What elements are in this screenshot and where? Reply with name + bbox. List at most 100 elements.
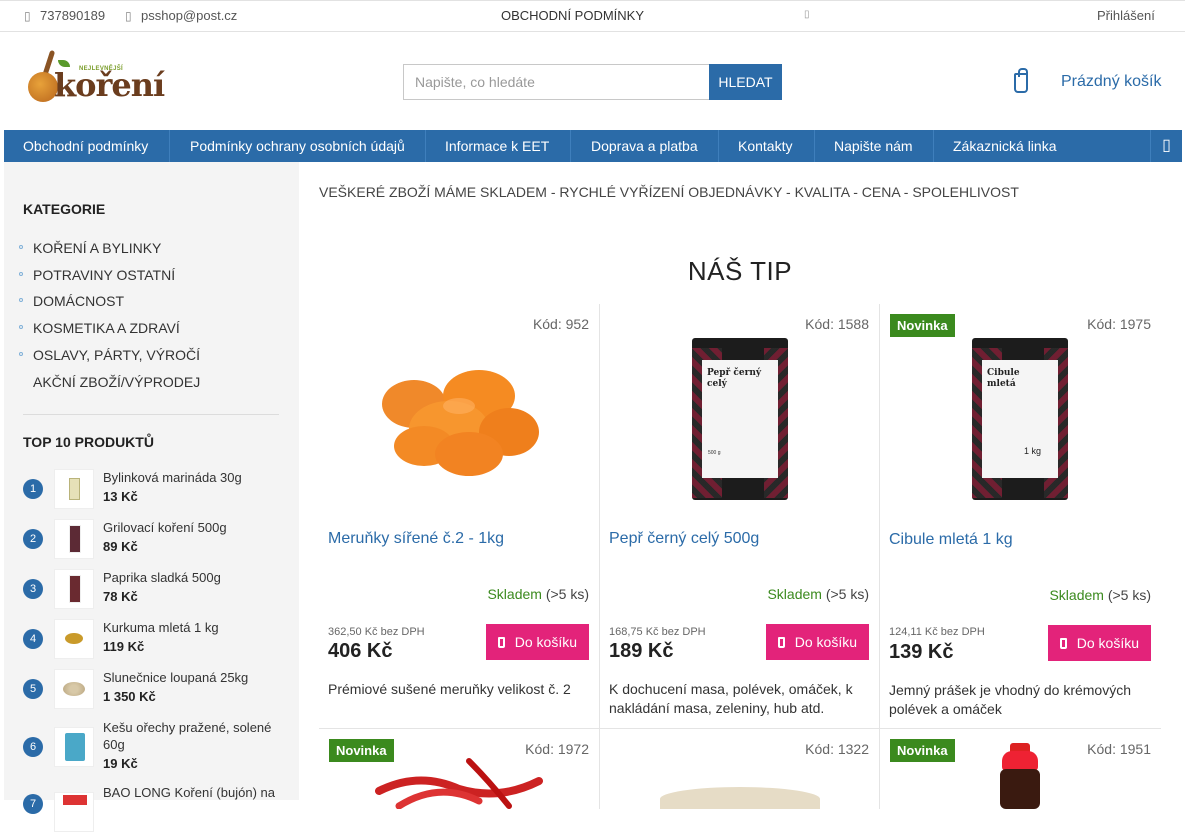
nav-item-privacy[interactable]: Podmínky ochrany osobních údajů <box>170 130 426 162</box>
product-thumbnail <box>54 727 94 767</box>
email-contact[interactable]: ▯ psshop@post.cz <box>125 8 237 23</box>
product-price: 13 Kč <box>103 489 138 504</box>
add-to-cart-button[interactable]: Do košíku <box>765 624 869 660</box>
rank-badge: 7 <box>23 794 43 814</box>
logo-wordmark: koření <box>54 66 165 104</box>
product-image[interactable]: Pepř černý celý 500 g <box>610 334 870 504</box>
bullet-icon <box>19 298 23 302</box>
add-to-cart-button[interactable]: Do košíku <box>1047 625 1151 661</box>
terms-link[interactable]: OBCHODNÍ PODMÍNKY <box>501 8 644 23</box>
product-name: Grilovací koření 500g <box>103 520 227 535</box>
product-name-link[interactable]: Cibule mletá 1 kg <box>889 531 1013 549</box>
product-name: Kurkuma mletá 1 kg <box>103 620 219 635</box>
category-item[interactable]: KOŘENÍ A BYLINKY <box>19 240 161 256</box>
shopping-bag-icon <box>1014 68 1028 93</box>
product-code: Kód: 1951 <box>1087 741 1151 757</box>
product-name: BAO LONG Koření (bujón) na <box>103 785 275 800</box>
new-badge: Novinka <box>890 739 955 762</box>
product-name-link[interactable]: Pepř černý celý 500g <box>609 530 759 548</box>
search-form: HLEDAT <box>403 64 782 100</box>
pack-weight: 1 kg <box>1024 446 1042 456</box>
pack-label: Pepř černý celý <box>707 368 762 389</box>
top-product-item[interactable]: 2 Grilovací koření 500g 89 Kč <box>23 517 283 561</box>
bullet-icon <box>19 272 23 276</box>
product-description: Jemný prášek je vhodný do krémových polé… <box>889 682 1131 717</box>
product-image[interactable]: Cibule mletá 1 kg <box>890 334 1150 504</box>
email-icon: ▯ <box>125 9 132 23</box>
nav-item-terms[interactable]: Obchodní podmínky <box>4 130 170 162</box>
stock-status: Skladem (>5 ks) <box>767 586 869 602</box>
top-products-title: TOP 10 PRODUKTŮ <box>23 434 154 450</box>
top-product-item[interactable]: 3 Paprika sladká 500g 78 Kč <box>23 567 283 611</box>
product-thumbnail <box>54 619 94 659</box>
product-price: 119 Kč <box>103 639 145 654</box>
top-product-item[interactable]: 7 BAO LONG Koření (bujón) na <box>23 782 283 832</box>
main-navigation: Obchodní podmínky Podmínky ochrany osobn… <box>4 130 1182 162</box>
product-description: Prémiové sušené meruňky velikost č. 2 <box>328 681 571 697</box>
nav-item-customer-line[interactable]: Zákaznická linka <box>934 130 1074 162</box>
product-price: 19 Kč <box>103 756 138 771</box>
top-product-item[interactable]: 6 Kešu ořechy pražené, solené 60g 19 Kč <box>23 717 283 779</box>
product-thumbnail <box>54 569 94 609</box>
product-code: Kód: 1975 <box>1087 316 1151 332</box>
site-logo[interactable]: NEJLEVNĚJŠÍ koření <box>24 46 165 110</box>
category-item[interactable]: KOSMETIKA A ZDRAVÍ <box>19 320 180 336</box>
rank-badge: 6 <box>23 737 43 757</box>
cart-label: Prázdný košík <box>1061 73 1162 90</box>
bag-icon <box>1059 638 1067 649</box>
rank-badge: 4 <box>23 629 43 649</box>
product-code: Kód: 952 <box>532 316 589 332</box>
category-item[interactable]: OSLAVY, PÁRTY, VÝROČÍ <box>19 347 200 363</box>
category-item[interactable]: POTRAVINY OSTATNÍ <box>19 267 175 283</box>
more-icon[interactable]: ▯ <box>804 9 810 20</box>
top-bar: ▯ 737890189 ▯ psshop@post.cz OBCHODNÍ PODM… <box>0 0 1185 32</box>
product-image[interactable] <box>329 334 589 504</box>
product-name-link[interactable]: Meruňky sířené č.2 - 1kg <box>328 530 504 548</box>
product-name: Kešu ořechy pražené, solené 60g <box>103 720 272 752</box>
nav-item-shipping[interactable]: Doprava a platba <box>571 130 719 162</box>
search-button[interactable]: HLEDAT <box>709 64 782 100</box>
stock-status: Skladem (>5 ks) <box>1049 587 1151 603</box>
rank-badge: 2 <box>23 529 43 549</box>
price-without-vat: 168,75 Kč bez DPH <box>609 626 706 638</box>
phone-number: 737890189 <box>40 8 106 23</box>
email-address: psshop@post.cz <box>141 8 238 23</box>
product-price: 139 Kč <box>889 641 954 663</box>
pack-label: Cibule mletá <box>987 368 1020 389</box>
bullet-icon <box>19 352 23 356</box>
product-card: Novinka Kód: 1975 Cibule mletá 1 kg Cibu… <box>879 304 1161 728</box>
menu-toggle-icon[interactable]: ▯ <box>1150 130 1182 162</box>
product-image[interactable] <box>660 787 820 809</box>
product-card: Novinka Kód: 1972 <box>319 729 599 809</box>
add-to-cart-button[interactable]: Do košíku <box>485 624 589 660</box>
price-without-vat: 362,50 Kč bez DPH <box>328 626 425 638</box>
product-card: Novinka Kód: 1951 <box>879 729 1161 809</box>
rank-badge: 3 <box>23 579 43 599</box>
product-code: Kód: 1322 <box>805 741 869 757</box>
product-name: Paprika sladká 500g <box>103 570 221 585</box>
product-name: Slunečnice loupaná 25kg <box>103 670 249 685</box>
sidebar: KATEGORIE KOŘENÍ A BYLINKY POTRAVINY OST… <box>4 162 299 832</box>
rank-badge: 1 <box>23 479 43 499</box>
top-product-item[interactable]: 5 Slunečnice loupaná 25kg 1 350 Kč <box>23 667 283 711</box>
login-link[interactable]: Přihlášení <box>1097 8 1155 23</box>
bullet-icon <box>19 325 23 329</box>
stock-status: Skladem (>5 ks) <box>487 586 589 602</box>
phone-icon: ▯ <box>24 9 31 23</box>
product-image[interactable] <box>359 751 559 809</box>
nav-item-eet[interactable]: Informace k EET <box>426 130 571 162</box>
nav-item-contacts[interactable]: Kontakty <box>719 130 815 162</box>
nav-item-write-us[interactable]: Napište nám <box>815 130 934 162</box>
search-input[interactable] <box>403 64 709 100</box>
product-image[interactable] <box>998 743 1042 809</box>
product-price: 78 Kč <box>103 589 138 604</box>
category-item[interactable]: AKČNÍ ZBOŽÍ/VÝPRODEJ <box>33 374 200 390</box>
top-product-item[interactable]: 4 Kurkuma mletá 1 kg 119 Kč <box>23 617 283 661</box>
categories-title: KATEGORIE <box>23 201 106 217</box>
phone-contact[interactable]: ▯ 737890189 <box>24 8 105 23</box>
rank-badge: 5 <box>23 679 43 699</box>
product-description: K dochucení masa, polévek, omáček, k nak… <box>609 681 853 716</box>
top-product-item[interactable]: 1 Bylinková marináda 30g 13 Kč <box>23 467 283 511</box>
slogan: VEŠKERÉ ZBOŽÍ MÁME SKLADEM - RYCHLÉ VYŘÍ… <box>319 184 1019 200</box>
category-item[interactable]: DOMÁCNOST <box>19 293 124 309</box>
